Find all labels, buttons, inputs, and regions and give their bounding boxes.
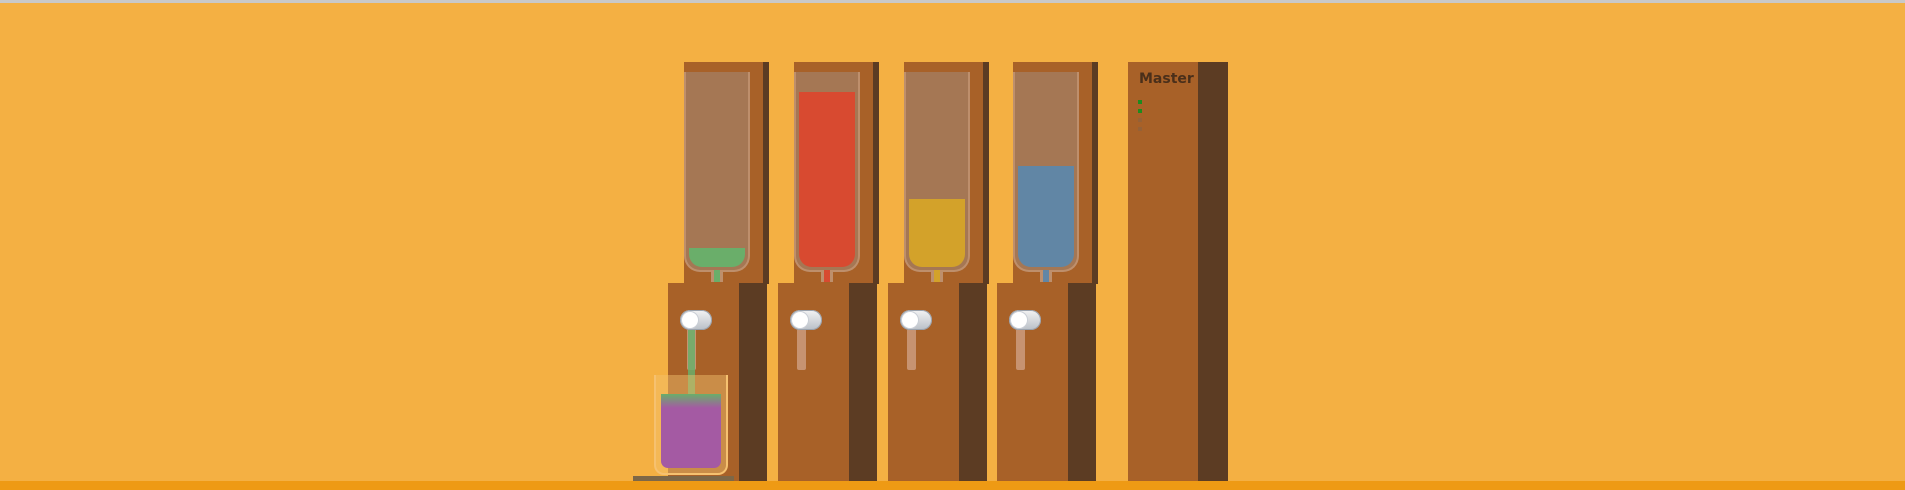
indicator-light xyxy=(1138,118,1142,122)
tank-liquid xyxy=(1018,166,1074,267)
tap-knob xyxy=(902,312,918,328)
tap-green[interactable] xyxy=(680,310,712,330)
drink-glass[interactable] xyxy=(654,375,728,475)
dispenser-yellow xyxy=(888,62,989,482)
neck-liquid xyxy=(824,270,830,282)
spout xyxy=(907,330,916,370)
tank-liquid xyxy=(689,248,745,267)
tank-neck xyxy=(931,270,943,282)
tap-knob xyxy=(1011,312,1027,328)
top-border xyxy=(0,0,1905,3)
master-panel: Master xyxy=(1128,62,1228,482)
liquid-tank xyxy=(684,72,750,272)
master-label: Master xyxy=(1139,71,1194,87)
tank-liquid xyxy=(799,92,855,267)
floor xyxy=(0,481,1905,490)
spout xyxy=(797,330,806,370)
indicator-light xyxy=(1138,100,1142,104)
liquid-tank xyxy=(794,72,860,272)
liquid-tank xyxy=(1013,72,1079,272)
glass-top-layer xyxy=(661,394,721,408)
tap-yellow[interactable] xyxy=(900,310,932,330)
neck-liquid xyxy=(714,270,720,282)
tap-knob xyxy=(682,312,698,328)
glass-liquid xyxy=(661,394,721,468)
tap-red[interactable] xyxy=(790,310,822,330)
neck-liquid xyxy=(1043,270,1049,282)
tap-knob xyxy=(792,312,808,328)
spout xyxy=(1016,330,1025,370)
indicator-light xyxy=(1138,127,1142,131)
dispenser-red xyxy=(778,62,879,482)
master-front: Master xyxy=(1128,62,1198,482)
tank-neck xyxy=(821,270,833,282)
neck-liquid xyxy=(934,270,940,282)
dispenser-blue xyxy=(997,62,1098,482)
tank-neck xyxy=(1040,270,1052,282)
tank-neck xyxy=(711,270,723,282)
liquid-tank xyxy=(904,72,970,272)
tap-blue[interactable] xyxy=(1009,310,1041,330)
tank-liquid xyxy=(909,199,965,267)
indicator-light xyxy=(1138,109,1142,113)
